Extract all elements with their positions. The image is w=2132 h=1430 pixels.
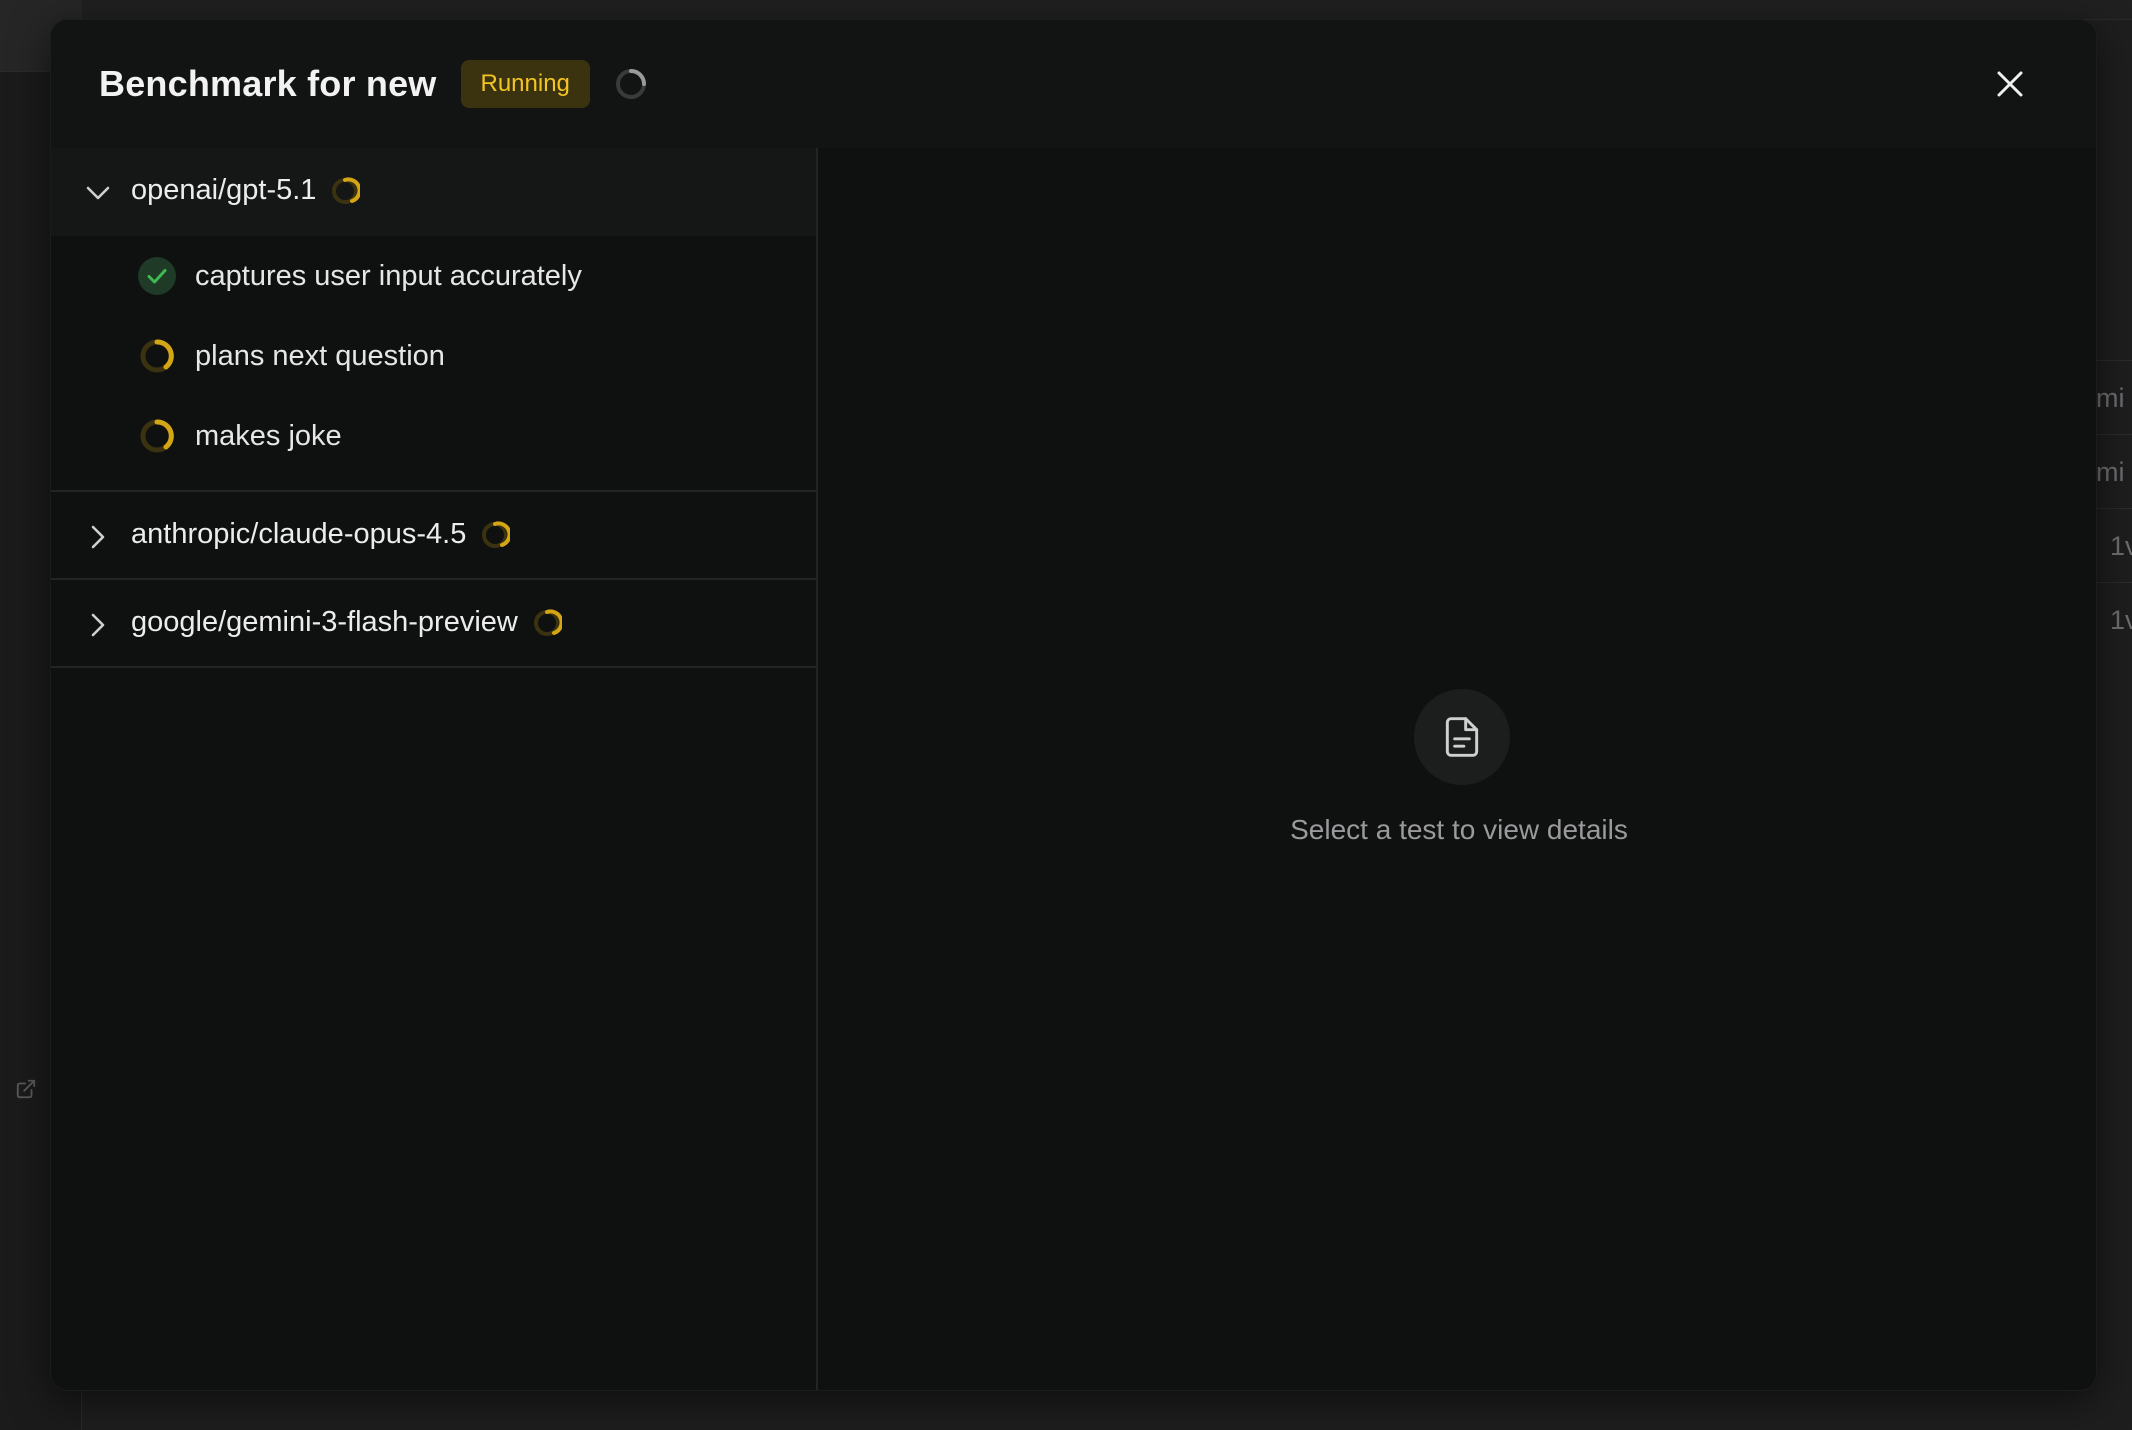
- model-test-list-group: captures user input accurately plans nex…: [51, 236, 816, 492]
- background-row: mi: [2096, 434, 2132, 508]
- running-spinner-icon: [140, 419, 174, 453]
- chevron-right-icon[interactable]: [83, 522, 113, 552]
- loading-spinner-icon: [615, 69, 646, 99]
- model-name: anthropic/claude-opus-4.5: [131, 518, 467, 550]
- model-group-title: google/gemini-3-flash-preview: [131, 606, 562, 639]
- model-group-title: anthropic/claude-opus-4.5: [131, 518, 511, 551]
- test-item[interactable]: captures user input accurately: [51, 236, 816, 316]
- document-icon: [1445, 717, 1479, 757]
- external-link-icon[interactable]: [15, 1078, 37, 1100]
- test-label: plans next question: [195, 339, 445, 372]
- test-item[interactable]: makes joke: [51, 396, 816, 476]
- running-spinner-icon: [533, 608, 562, 636]
- background-table-fragment: mi mi 1v 1v: [2096, 190, 2132, 640]
- chevron-down-icon[interactable]: [83, 178, 113, 208]
- model-test-list: openai/gpt-5.1 captures user input accur…: [51, 148, 818, 1390]
- background-row: [2096, 190, 2132, 264]
- background-row: 1v: [2096, 582, 2132, 656]
- test-label: makes joke: [195, 419, 342, 452]
- chevron-right-icon[interactable]: [83, 610, 113, 640]
- close-button[interactable]: [1990, 64, 2030, 104]
- model-group-title: openai/gpt-5.1: [131, 174, 361, 207]
- benchmark-modal: Benchmark for new Running openai/gpt-5.1: [50, 19, 2097, 1391]
- running-spinner-icon: [140, 339, 174, 373]
- running-spinner-icon: [482, 520, 511, 548]
- background-row: 1v: [2096, 508, 2132, 582]
- model-group-header[interactable]: anthropic/claude-opus-4.5: [51, 492, 816, 580]
- background-row: mi: [2096, 360, 2132, 434]
- model-name: openai/gpt-5.1: [131, 174, 317, 206]
- modal-header: Benchmark for new Running: [51, 20, 2096, 148]
- modal-title: Benchmark for new: [99, 63, 437, 104]
- test-item[interactable]: plans next question: [51, 316, 816, 396]
- background-topbar: [0, 0, 2132, 20]
- close-icon: [1997, 71, 2023, 97]
- status-badge: Running: [460, 60, 590, 108]
- model-group-header[interactable]: google/gemini-3-flash-preview: [51, 580, 816, 668]
- empty-state-icon-wrap: [1414, 689, 1510, 785]
- running-spinner-icon: [332, 176, 361, 204]
- model-group-header[interactable]: openai/gpt-5.1: [51, 148, 816, 236]
- test-label: captures user input accurately: [195, 259, 582, 292]
- check-circle-icon: [138, 257, 176, 295]
- test-detail-panel: Select a test to view details: [820, 148, 2096, 1390]
- empty-state-message: Select a test to view details: [1290, 814, 1628, 845]
- model-name: google/gemini-3-flash-preview: [131, 606, 518, 638]
